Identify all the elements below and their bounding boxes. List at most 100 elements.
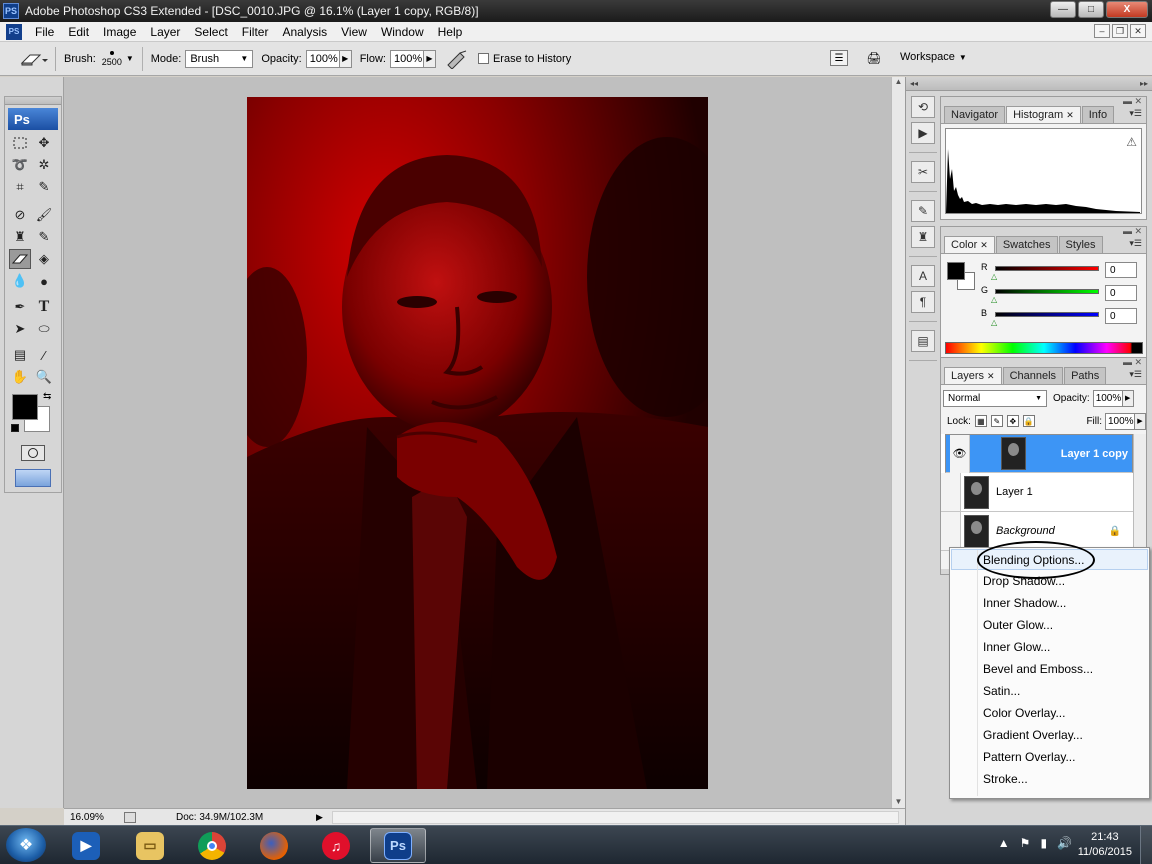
eyedropper-tool-icon[interactable]: ⁄ (33, 345, 55, 365)
action-center-flag-icon[interactable]: ⚑ (1020, 836, 1031, 850)
notes-tool-icon[interactable]: ▤ (9, 345, 31, 365)
menu-layer[interactable]: Layer (143, 25, 187, 39)
close-tab-icon[interactable]: ✕ (980, 240, 988, 251)
menu-item-satin[interactable]: Satin... (950, 680, 1149, 702)
expand-arrows-icon[interactable]: ▸▸ (1140, 79, 1148, 88)
menu-image[interactable]: Image (96, 25, 143, 39)
toolbox-grip[interactable] (5, 97, 61, 105)
brush-dropdown-arrow-icon[interactable]: ▼ (126, 54, 134, 63)
flow-slider-arrow-icon[interactable]: ▶ (423, 49, 436, 68)
actions-panel-icon[interactable]: ▶ (911, 122, 935, 144)
airbrush-icon[interactable] (444, 49, 470, 69)
visibility-eye-icon[interactable]: 👁 (950, 434, 970, 473)
panel-menu-icon[interactable]: ▾☰ (1129, 108, 1142, 119)
blend-mode-select[interactable]: Normal ▼ (943, 389, 1047, 407)
panel-menu-icon[interactable]: ▾☰ (1129, 238, 1142, 249)
menu-help[interactable]: Help (431, 25, 470, 39)
screen-mode-button[interactable] (15, 469, 51, 487)
layer-name[interactable]: Layer 1 (996, 486, 1033, 498)
menu-file[interactable]: File (28, 25, 61, 39)
collapse-arrows-icon[interactable]: ◂◂ (910, 79, 918, 88)
red-slider[interactable] (995, 266, 1099, 271)
status-menu-arrow-icon[interactable]: ▶ (316, 812, 326, 823)
quick-mask-button[interactable] (21, 445, 45, 461)
menu-select[interactable]: Select (187, 25, 234, 39)
tool-preset-picker[interactable] (10, 46, 56, 71)
history-panel-icon[interactable]: ⟲ (911, 96, 935, 118)
pen-tool-icon[interactable]: ✒ (9, 297, 31, 317)
lock-all-icon[interactable]: 🔒 (1022, 415, 1035, 427)
taskbar-photoshop[interactable]: Ps (370, 828, 426, 863)
layer-row-layer-1-copy[interactable]: 👁 Layer 1 copy (945, 434, 1133, 473)
clone-stamp-tool-icon[interactable]: ♜ (9, 227, 31, 247)
layer-comps-panel-icon[interactable]: ▤ (911, 330, 935, 352)
brush-picker[interactable]: 2500 (102, 50, 122, 67)
tab-color[interactable]: Color ✕ (944, 236, 995, 253)
slider-thumb-icon[interactable]: △ (991, 295, 997, 304)
fill-slider-arrow-icon[interactable]: ▶ (1135, 412, 1146, 430)
move-tool-icon[interactable]: ✥ (33, 133, 55, 153)
menu-item-stroke[interactable]: Stroke... (950, 768, 1149, 790)
tab-styles[interactable]: Styles (1058, 236, 1103, 253)
menu-item-color-overlay[interactable]: Color Overlay... (950, 702, 1149, 724)
close-tab-icon[interactable]: ✕ (1066, 110, 1074, 121)
path-selection-tool-icon[interactable]: ➤ (9, 319, 31, 339)
minimize-button[interactable]: — (1050, 1, 1076, 18)
brush-tool-icon[interactable]: 🖌 (33, 205, 55, 225)
clone-source-panel-icon[interactable]: ♜ (911, 226, 935, 248)
red-value-input[interactable]: 0 (1105, 262, 1137, 278)
menu-item-bevel-emboss[interactable]: Bevel and Emboss... (950, 658, 1149, 680)
tab-swatches[interactable]: Swatches (995, 236, 1058, 253)
type-tool-icon[interactable]: T (33, 297, 55, 317)
start-button[interactable]: ❖ (6, 828, 46, 862)
tab-paths[interactable]: Paths (1064, 367, 1107, 384)
paragraph-panel-icon[interactable]: ¶ (911, 291, 935, 313)
menu-view[interactable]: View (334, 25, 374, 39)
foreground-color-swatch[interactable] (12, 394, 38, 420)
brushes-panel-icon[interactable]: ✎ (911, 200, 935, 222)
swap-colors-icon[interactable]: ⇆ (43, 391, 51, 402)
fill-input[interactable]: 100% (1105, 412, 1135, 430)
opacity-slider-arrow-icon[interactable]: ▶ (1122, 389, 1134, 407)
opacity-slider-arrow-icon[interactable]: ▶ (339, 49, 352, 68)
menu-item-inner-glow[interactable]: Inner Glow... (950, 636, 1149, 658)
scroll-down-icon[interactable]: ▼ (892, 797, 905, 806)
blur-tool-icon[interactable]: 💧 (9, 271, 31, 291)
close-tab-icon[interactable]: ✕ (987, 371, 995, 382)
erase-to-history-checkbox[interactable] (477, 53, 489, 64)
canvas-vertical-scrollbar[interactable]: ▲ ▼ (891, 77, 905, 808)
color-foreground-swatch[interactable] (947, 262, 965, 280)
taskbar-firefox[interactable] (246, 828, 302, 863)
photoshop-logo[interactable]: Ps (8, 108, 58, 130)
workspace-menu[interactable]: Workspace ▼ (900, 51, 967, 63)
taskbar-file-explorer[interactable]: ▭ (122, 828, 178, 863)
tab-layers[interactable]: Layers ✕ (944, 367, 1002, 384)
panel-menu-icon[interactable]: ▾☰ (1129, 369, 1142, 380)
slice-tool-icon[interactable]: ✎ (33, 177, 55, 197)
tab-histogram[interactable]: Histogram ✕ (1006, 106, 1081, 123)
menu-item-gradient-overlay[interactable]: Gradient Overlay... (950, 724, 1149, 746)
taskbar-media-player[interactable]: ▶ (58, 828, 114, 863)
green-value-input[interactable]: 0 (1105, 285, 1137, 301)
default-colors-icon[interactable] (11, 424, 19, 432)
healing-brush-tool-icon[interactable]: ⊘ (9, 205, 31, 225)
menu-item-inner-shadow[interactable]: Inner Shadow... (950, 592, 1149, 614)
network-signal-icon[interactable]: ▮ (1040, 836, 1047, 850)
blue-slider[interactable] (995, 312, 1099, 317)
slider-thumb-icon[interactable]: △ (991, 272, 997, 281)
blue-value-input[interactable]: 0 (1105, 308, 1137, 324)
visibility-toggle[interactable] (941, 512, 961, 550)
status-info-icon[interactable] (124, 811, 136, 823)
green-slider[interactable] (995, 289, 1099, 294)
tab-channels[interactable]: Channels (1002, 367, 1064, 384)
show-desktop-button[interactable] (1140, 826, 1152, 864)
doc-close-button[interactable]: ✕ (1130, 24, 1146, 38)
layer-name[interactable]: Layer 1 copy (1061, 448, 1128, 460)
lock-pixels-icon[interactable]: ✎ (990, 415, 1003, 427)
slider-thumb-icon[interactable]: △ (991, 318, 997, 327)
volume-icon[interactable]: 🔊 (1057, 836, 1072, 850)
zoom-tool-icon[interactable]: 🔍 (33, 367, 55, 387)
menu-item-outer-glow[interactable]: Outer Glow... (950, 614, 1149, 636)
tab-info[interactable]: Info (1081, 106, 1115, 123)
taskbar-chrome[interactable] (184, 828, 240, 863)
